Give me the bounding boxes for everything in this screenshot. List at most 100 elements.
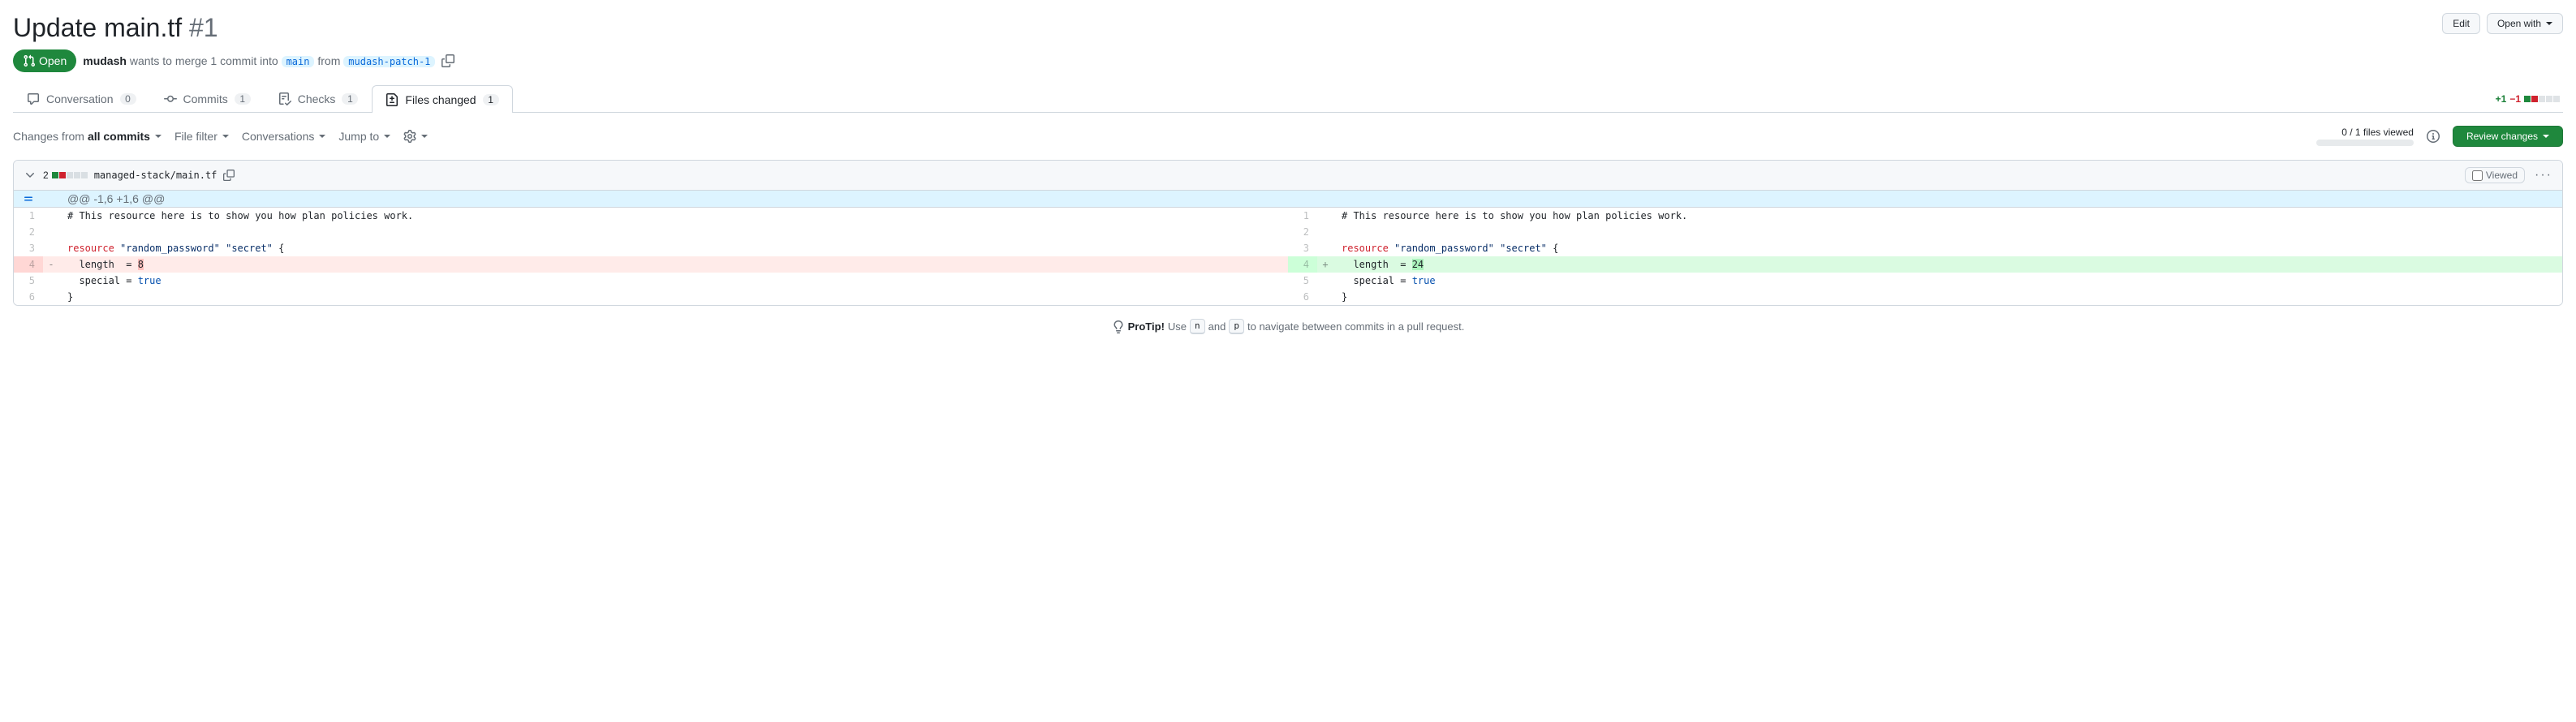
caret-down-icon xyxy=(222,135,229,138)
caret-down-icon xyxy=(319,135,325,138)
code-content xyxy=(59,224,1288,240)
line-number[interactable]: 1 xyxy=(14,208,43,224)
tab-checks-count: 1 xyxy=(342,93,358,105)
open-with-label: Open with xyxy=(2497,18,2541,29)
diff-marker xyxy=(43,240,59,256)
viewed-checkbox-input[interactable] xyxy=(2472,170,2483,181)
lightbulb-icon xyxy=(1112,320,1125,333)
protip-text3: to navigate between commits in a pull re… xyxy=(1247,320,1464,333)
viewed-checkbox[interactable]: Viewed xyxy=(2465,167,2525,183)
diff-settings[interactable] xyxy=(403,130,428,143)
code-content: resource "random_password" "secret" { xyxy=(1333,240,2562,256)
comment-icon xyxy=(27,92,40,105)
line-number[interactable]: 4 xyxy=(1288,256,1317,273)
info-icon[interactable] xyxy=(2427,130,2440,143)
file-filter-label: File filter xyxy=(174,130,218,143)
jump-to-filter[interactable]: Jump to xyxy=(338,130,390,143)
caret-down-icon xyxy=(384,135,390,138)
file-diffstat: 2 xyxy=(43,170,88,181)
expand-hunk-button[interactable] xyxy=(14,191,43,207)
pr-title-text: Update main.tf xyxy=(13,13,182,42)
protip: ProTip! Use n and p to navigate between … xyxy=(13,319,2563,334)
diff-line: 5 special = true xyxy=(1288,273,2562,289)
tab-conversation-count: 0 xyxy=(120,93,136,105)
file-filter[interactable]: File filter xyxy=(174,130,229,143)
diff-line: 2 xyxy=(1288,224,2562,240)
overall-diffstat: +1 −1 xyxy=(2496,93,2563,105)
tab-conversation[interactable]: Conversation 0 xyxy=(13,85,150,112)
diff-marker xyxy=(1317,289,1333,305)
changes-from-filter[interactable]: Changes from all commits xyxy=(13,130,162,143)
review-changes-button[interactable]: Review changes xyxy=(2453,126,2563,147)
base-branch[interactable]: main xyxy=(282,56,315,67)
conversations-label: Conversations xyxy=(242,130,315,143)
gear-icon xyxy=(403,130,416,143)
merge-description: mudash wants to merge 1 commit into main… xyxy=(83,54,435,67)
additions-count: +1 xyxy=(2496,93,2507,105)
conversations-filter[interactable]: Conversations xyxy=(242,130,326,143)
copy-icon[interactable] xyxy=(442,54,454,67)
edit-button[interactable]: Edit xyxy=(2442,13,2480,34)
commit-icon xyxy=(164,92,177,105)
tab-commits-label: Commits xyxy=(183,92,228,105)
diff-line: 5 special = true xyxy=(14,273,1288,289)
line-number[interactable]: 6 xyxy=(14,289,43,305)
line-number[interactable]: 5 xyxy=(1288,273,1317,289)
pr-title: Update main.tf #1 xyxy=(13,13,218,43)
jump-to-label: Jump to xyxy=(338,130,379,143)
tab-checks[interactable]: Checks 1 xyxy=(265,85,373,112)
tab-files-changed[interactable]: Files changed 1 xyxy=(372,85,512,113)
diff-line: 6} xyxy=(1288,289,2562,305)
code-content: } xyxy=(1333,289,2562,305)
line-number[interactable]: 3 xyxy=(1288,240,1317,256)
line-number[interactable]: 2 xyxy=(1288,224,1317,240)
chevron-down-icon[interactable] xyxy=(24,169,37,182)
review-changes-label: Review changes xyxy=(2466,131,2538,142)
diff-line: 1# This resource here is to show you how… xyxy=(14,208,1288,224)
progress-bar xyxy=(2316,140,2414,146)
viewed-label: Viewed xyxy=(2486,170,2518,181)
code-content: } xyxy=(59,289,1288,305)
deletions-count: −1 xyxy=(2509,93,2521,105)
head-branch[interactable]: mudash-patch-1 xyxy=(343,56,435,67)
kbd-n: n xyxy=(1190,319,1205,334)
diffstat-blocks xyxy=(2524,96,2560,102)
diff-line: 2 xyxy=(14,224,1288,240)
tab-commits[interactable]: Commits 1 xyxy=(150,85,265,112)
diff-marker xyxy=(1317,208,1333,224)
file-changes-count: 2 xyxy=(43,170,49,181)
diff-marker xyxy=(1317,224,1333,240)
line-number[interactable]: 6 xyxy=(1288,289,1317,305)
pr-number: #1 xyxy=(189,13,218,42)
tab-commits-count: 1 xyxy=(235,93,251,105)
file-path[interactable]: managed-stack/main.tf xyxy=(94,170,218,181)
kebab-menu-icon[interactable]: ··· xyxy=(2535,168,2552,183)
line-number[interactable]: 3 xyxy=(14,240,43,256)
diff-line: 4- length = 8 xyxy=(14,256,1288,273)
viewed-text: 0 / 1 files viewed xyxy=(2316,127,2414,138)
wants-text: wants to merge 1 commit into xyxy=(130,54,282,67)
line-number[interactable]: 2 xyxy=(14,224,43,240)
line-number[interactable]: 1 xyxy=(1288,208,1317,224)
file-diff: 2 managed-stack/main.tf Viewed ··· xyxy=(13,160,2563,306)
diff-marker xyxy=(43,273,59,289)
code-content xyxy=(1333,224,2562,240)
diff-line: 3 resource "random_password" "secret" { xyxy=(1288,240,2562,256)
changes-value: all commits xyxy=(88,130,150,143)
diff-line: 1 # This resource here is to show you how… xyxy=(1288,208,2562,224)
code-content: length = 8 xyxy=(59,256,1288,273)
copy-icon[interactable] xyxy=(223,170,235,181)
pr-tabs: Conversation 0 Commits 1 Checks 1 Files … xyxy=(13,85,513,112)
author-link[interactable]: mudash xyxy=(83,54,127,67)
changes-prefix: Changes from xyxy=(13,130,84,143)
line-number[interactable]: 4 xyxy=(14,256,43,273)
diff-line: 4+ length = 24 xyxy=(1288,256,2562,273)
code-content: # This resource here is to show you how … xyxy=(1333,208,2562,224)
hunk-text: @@ -1,6 +1,6 @@ xyxy=(59,191,2562,207)
code-content: length = 24 xyxy=(1333,256,2562,273)
tab-files-count: 1 xyxy=(483,94,499,105)
code-content: resource "random_password" "secret" { xyxy=(59,240,1288,256)
open-with-button[interactable]: Open with xyxy=(2487,13,2563,34)
code-content: special = true xyxy=(59,273,1288,289)
line-number[interactable]: 5 xyxy=(14,273,43,289)
